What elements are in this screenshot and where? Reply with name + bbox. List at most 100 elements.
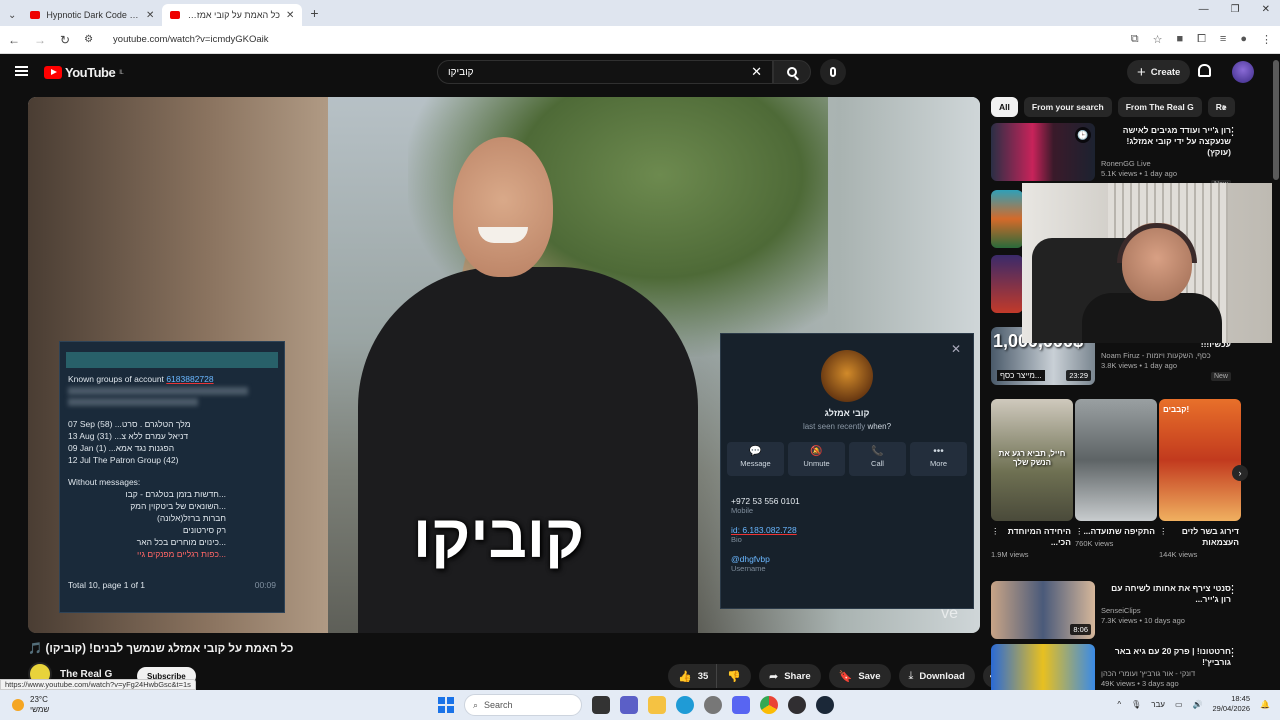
more-options-icon[interactable]: ⋮ bbox=[1227, 583, 1238, 596]
back-icon[interactable]: ← bbox=[8, 33, 20, 47]
more-options-icon[interactable]: ⋮ bbox=[1075, 526, 1084, 537]
more-options-icon[interactable]: ⋮ bbox=[1159, 526, 1168, 537]
weather-widget[interactable]: 23°C שמשי bbox=[12, 695, 49, 715]
recommended-video[interactable]: 🕒 רון ג'ייר ועודד מגיבים לאישה שנעקצה על… bbox=[991, 123, 1246, 189]
new-tab-icon[interactable]: + bbox=[310, 5, 318, 21]
browser-menu-icon[interactable]: ⋮ bbox=[1261, 33, 1272, 46]
tab-close-icon[interactable]: ✕ bbox=[286, 10, 294, 21]
video-thumbnail[interactable]: 🕒 bbox=[991, 123, 1095, 181]
contact-id-label: Bio bbox=[731, 535, 742, 544]
recommended-video[interactable]: חרטטונו! | פרק 20 עם גיא באר גורביץ'! דו… bbox=[991, 644, 1246, 690]
page-scrollbar[interactable] bbox=[1272, 54, 1280, 690]
file-explorer-icon[interactable] bbox=[648, 696, 666, 714]
settings-gear-icon[interactable] bbox=[704, 696, 722, 714]
scrollbar-thumb[interactable] bbox=[1273, 60, 1279, 180]
rec-channel[interactable]: Noam Firuz - כסף, השקעות ויזמות bbox=[1101, 351, 1231, 360]
video-thumbnail[interactable]: 8:06 bbox=[991, 581, 1095, 639]
like-button[interactable]: 👍 35 bbox=[668, 664, 717, 688]
contact-username: @dhgfvbp bbox=[731, 554, 770, 564]
youtube-logo[interactable]: YouTube IL bbox=[44, 65, 124, 80]
more-options-icon[interactable]: ⋮ bbox=[1227, 125, 1238, 138]
edge-icon[interactable] bbox=[676, 696, 694, 714]
account-avatar[interactable] bbox=[1232, 61, 1254, 83]
short-title[interactable]: דירוג בשר לזים העצמאות bbox=[1159, 526, 1239, 548]
rec-channel[interactable]: SenseiClips bbox=[1101, 606, 1231, 615]
obs-icon[interactable] bbox=[788, 696, 806, 714]
forward-icon[interactable]: → bbox=[34, 33, 46, 47]
video-player[interactable]: Known groups of account 6183882728 07 Se… bbox=[28, 97, 980, 633]
hamburger-menu-icon[interactable] bbox=[15, 66, 28, 76]
voice-search-button[interactable] bbox=[820, 59, 846, 85]
groups-footer: Total 10, page 1 of 1 bbox=[68, 580, 146, 590]
chip-from-channel[interactable]: From The Real G bbox=[1117, 97, 1202, 117]
steam-icon[interactable] bbox=[816, 696, 834, 714]
keyboard-language[interactable]: עבר bbox=[1151, 700, 1165, 709]
url-field[interactable]: youtube.com/watch?v=icmdyGKOaik bbox=[113, 34, 1117, 45]
tab-search-icon[interactable]: ⌄ bbox=[8, 10, 16, 21]
rec-channel[interactable]: RonenGG Live bbox=[1101, 159, 1231, 168]
search-button[interactable] bbox=[773, 60, 811, 84]
watch-later-icon[interactable]: 🕒 bbox=[1075, 127, 1091, 143]
search-input[interactable] bbox=[448, 66, 752, 78]
maximize-icon[interactable]: ❐ bbox=[1231, 4, 1240, 15]
shorts-next-chevron-icon[interactable]: › bbox=[1232, 465, 1248, 481]
site-info-icon[interactable]: ⚙ bbox=[84, 34, 93, 45]
clear-search-icon[interactable]: ✕ bbox=[751, 64, 762, 80]
tab-active-video[interactable]: כל האמת על קובי אמזלג שנ ✕ bbox=[162, 4, 303, 26]
reload-icon[interactable]: ↻ bbox=[60, 33, 70, 47]
close-window-icon[interactable]: ✕ bbox=[1262, 4, 1270, 15]
video-thumbnail[interactable] bbox=[991, 190, 1023, 248]
network-icon[interactable]: ▭ bbox=[1175, 700, 1183, 709]
search-box[interactable]: ✕ bbox=[437, 60, 773, 84]
download-button[interactable]: ⤓ Download bbox=[898, 664, 975, 688]
tab-close-icon[interactable]: ✕ bbox=[146, 10, 154, 21]
chevron-right-icon[interactable]: › bbox=[1222, 100, 1226, 114]
rec-stats: 3.8K views • 1 day ago bbox=[1101, 361, 1178, 370]
extension-icon[interactable]: ■ bbox=[1176, 33, 1183, 46]
profile-avatar-icon[interactable]: ● bbox=[1240, 33, 1247, 46]
chip-all[interactable]: All bbox=[991, 97, 1018, 117]
rec-channel[interactable]: דונקי - אור גורביץ' ועומרי הכהן bbox=[1101, 669, 1231, 678]
create-button[interactable]: + Create bbox=[1127, 60, 1191, 84]
clock[interactable]: 18:45 29/04/2026 bbox=[1212, 694, 1250, 714]
video-presenter-body bbox=[358, 267, 698, 633]
more-options-icon[interactable]: ⋮ bbox=[1227, 646, 1238, 659]
chrome-icon[interactable] bbox=[760, 696, 778, 714]
share-button[interactable]: ➦ Share bbox=[758, 664, 821, 688]
task-view-icon[interactable] bbox=[592, 696, 610, 714]
address-bar: ← → ↻ ⚙ youtube.com/watch?v=icmdyGKOaik … bbox=[0, 26, 1280, 54]
discord-icon[interactable] bbox=[732, 696, 750, 714]
dislike-button[interactable]: 👎 bbox=[716, 664, 751, 688]
bookmark-icon: 🔖 bbox=[838, 670, 853, 683]
media-controls-icon[interactable]: ≡ bbox=[1220, 33, 1226, 46]
notifications-bell-icon[interactable] bbox=[1198, 64, 1211, 77]
taskbar-search[interactable]: ⌕ Search bbox=[464, 694, 582, 716]
short-title[interactable]: התקיפה שתועדה... bbox=[1075, 526, 1155, 537]
short-title[interactable]: היחידה המיוחדת הכי... bbox=[991, 526, 1071, 548]
save-button[interactable]: 🔖 Save bbox=[828, 664, 891, 688]
notifications-icon[interactable]: 🔔 bbox=[1260, 700, 1270, 709]
extensions-puzzle-icon[interactable]: ⧠ bbox=[1197, 33, 1206, 46]
windows-start-icon[interactable] bbox=[438, 697, 454, 713]
chip-from-search[interactable]: From your search bbox=[1023, 97, 1112, 117]
install-app-icon[interactable]: ⧉ bbox=[1131, 33, 1139, 46]
short-thumbnail[interactable]: קבבים! bbox=[1159, 399, 1241, 521]
teams-icon[interactable] bbox=[620, 696, 638, 714]
recommended-video[interactable]: 8:06 סנטי צירף את אחותו לשיחה עם רון ג'י… bbox=[991, 581, 1246, 641]
channel-name[interactable]: The Real G bbox=[60, 669, 112, 680]
short-views: 1.9M views bbox=[991, 550, 1029, 559]
volume-icon[interactable]: 🔊 bbox=[1193, 700, 1203, 709]
short-thumbnail[interactable]: חייל, תביא רגע את הנשק שלך bbox=[991, 399, 1073, 521]
video-thumbnail[interactable] bbox=[991, 644, 1095, 690]
more-action: ••• More bbox=[910, 442, 967, 476]
without-row: ...כינוים מוחרים בכל האר bbox=[136, 537, 226, 547]
more-options-icon[interactable]: ⋮ bbox=[991, 526, 1000, 537]
minimize-icon[interactable]: — bbox=[1199, 4, 1209, 15]
tray-chevron-icon[interactable]: ^ bbox=[1117, 700, 1121, 709]
tray-mic-icon[interactable]: 🎙 bbox=[1131, 700, 1141, 709]
bookmark-star-icon[interactable]: ☆ bbox=[1153, 33, 1163, 46]
short-thumbnail[interactable] bbox=[1075, 399, 1157, 521]
video-thumbnail[interactable] bbox=[991, 255, 1023, 313]
without-row: ...חדשות בזמן בטלגרם - קבו bbox=[125, 489, 226, 499]
tab-hypnotic[interactable]: Hypnotic Dark Code | Futuristic ✕ bbox=[22, 4, 162, 26]
